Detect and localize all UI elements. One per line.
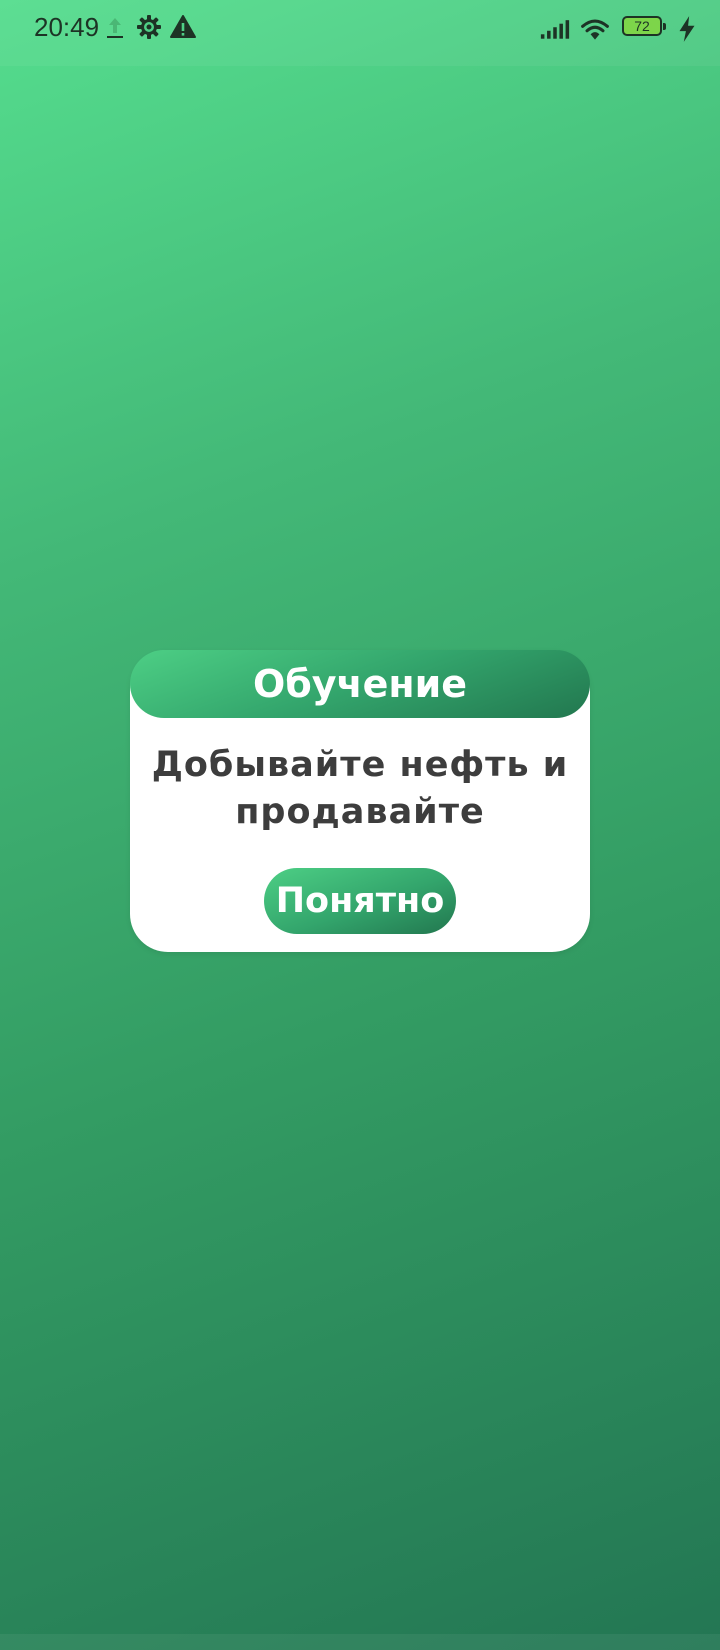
- dialog-title: Обучение: [252, 662, 468, 706]
- warning-icon: [170, 15, 196, 38]
- ok-button[interactable]: Понятно: [264, 868, 456, 934]
- battery-icon: 72: [622, 16, 666, 36]
- status-time: 20:49: [34, 12, 100, 42]
- dialog-header: Обучение: [130, 650, 590, 718]
- status-bar: 20:49 72: [0, 0, 720, 66]
- upload-icon: [107, 18, 123, 38]
- settings-icon: [137, 15, 161, 39]
- navigation-bar: [0, 1634, 720, 1650]
- dialog-message: Добывайте нефть и продавайте: [151, 745, 569, 832]
- tutorial-dialog: Обучение Добывайте нефть и продавайте По…: [130, 650, 590, 952]
- charging-icon: [679, 16, 695, 42]
- wifi-icon: [581, 19, 609, 40]
- battery-level: 72: [634, 18, 650, 34]
- ok-button-label: Понятно: [275, 881, 445, 921]
- signal-icon: [540, 20, 570, 39]
